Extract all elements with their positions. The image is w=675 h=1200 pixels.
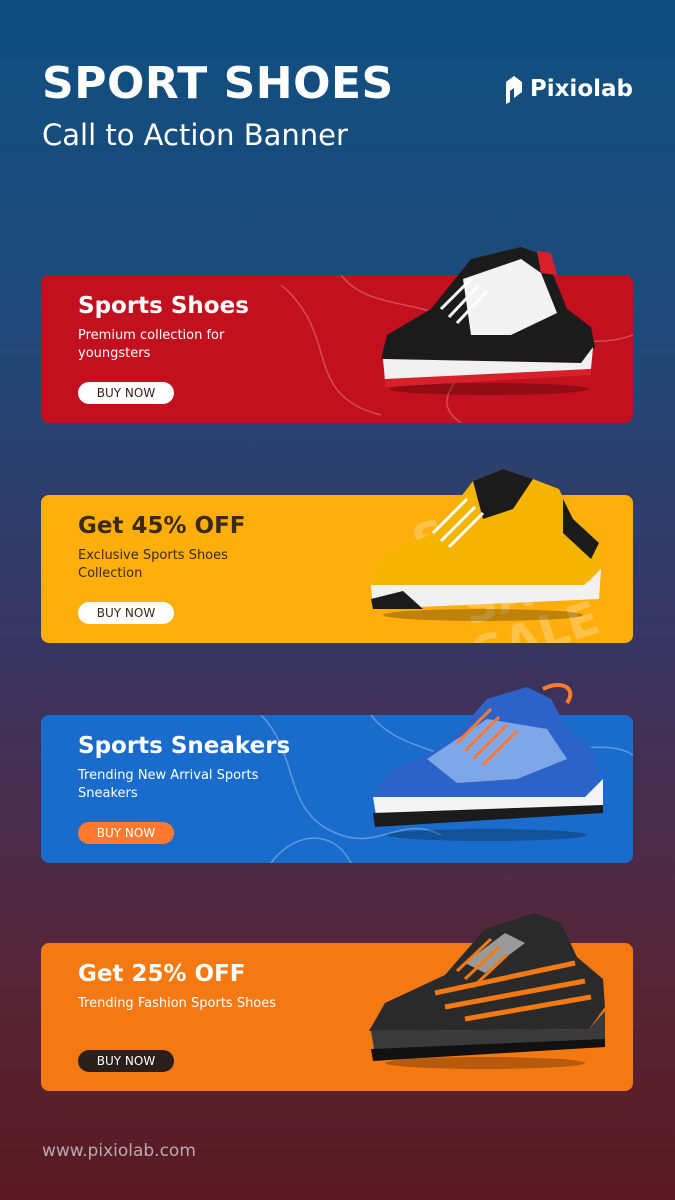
sneaker-icon — [369, 913, 605, 1069]
brand-name: Pixiolab — [529, 76, 633, 102]
banner-sports-sneakers[interactable]: Sports Sneakers Trending New Arrival Spo… — [41, 683, 633, 863]
banner-description: Trending New Arrival Sports Sneakers — [78, 768, 259, 801]
banner-sports-shoes[interactable]: Sports Shoes Premium collection for youn… — [41, 247, 633, 423]
sneaker-icon — [371, 683, 603, 841]
banner-heading: Sports Sneakers — [78, 733, 291, 759]
banner-45-off[interactable]: SALE SALE SALE Get 45% OFF Exclusive Spo… — [41, 469, 633, 643]
banner-heading: Get 45% OFF — [78, 513, 246, 539]
buy-now-button[interactable]: BUY NOW — [78, 602, 174, 624]
sneaker-icon — [381, 247, 595, 395]
website-url[interactable]: www.pixiolab.com — [42, 1141, 196, 1161]
brand-logo[interactable]: Pixiolab — [504, 74, 633, 104]
pixiolab-logo-icon — [505, 76, 522, 104]
page-title: SPORT SHOES — [42, 58, 394, 109]
banner-description: Trending Fashion Sports Shoes — [78, 996, 277, 1011]
buy-now-button[interactable]: BUY NOW — [78, 822, 174, 844]
page-subtitle: Call to Action Banner — [42, 118, 348, 152]
banner-description: Exclusive Sports Shoes Collection — [78, 548, 228, 581]
banner-25-off[interactable]: Get 25% OFF Trending Fashion Sports Shoe… — [41, 913, 633, 1091]
banner-heading: Get 25% OFF — [78, 961, 246, 987]
header: SPORT SHOES Call to Action Banner — [42, 62, 394, 152]
sneaker-icon — [369, 469, 601, 621]
buy-now-button[interactable]: BUY NOW — [78, 382, 174, 404]
buy-now-button[interactable]: BUY NOW — [78, 1050, 174, 1072]
banner-heading: Sports Shoes — [78, 293, 249, 319]
banner-description: Premium collection for youngsters — [78, 328, 225, 361]
